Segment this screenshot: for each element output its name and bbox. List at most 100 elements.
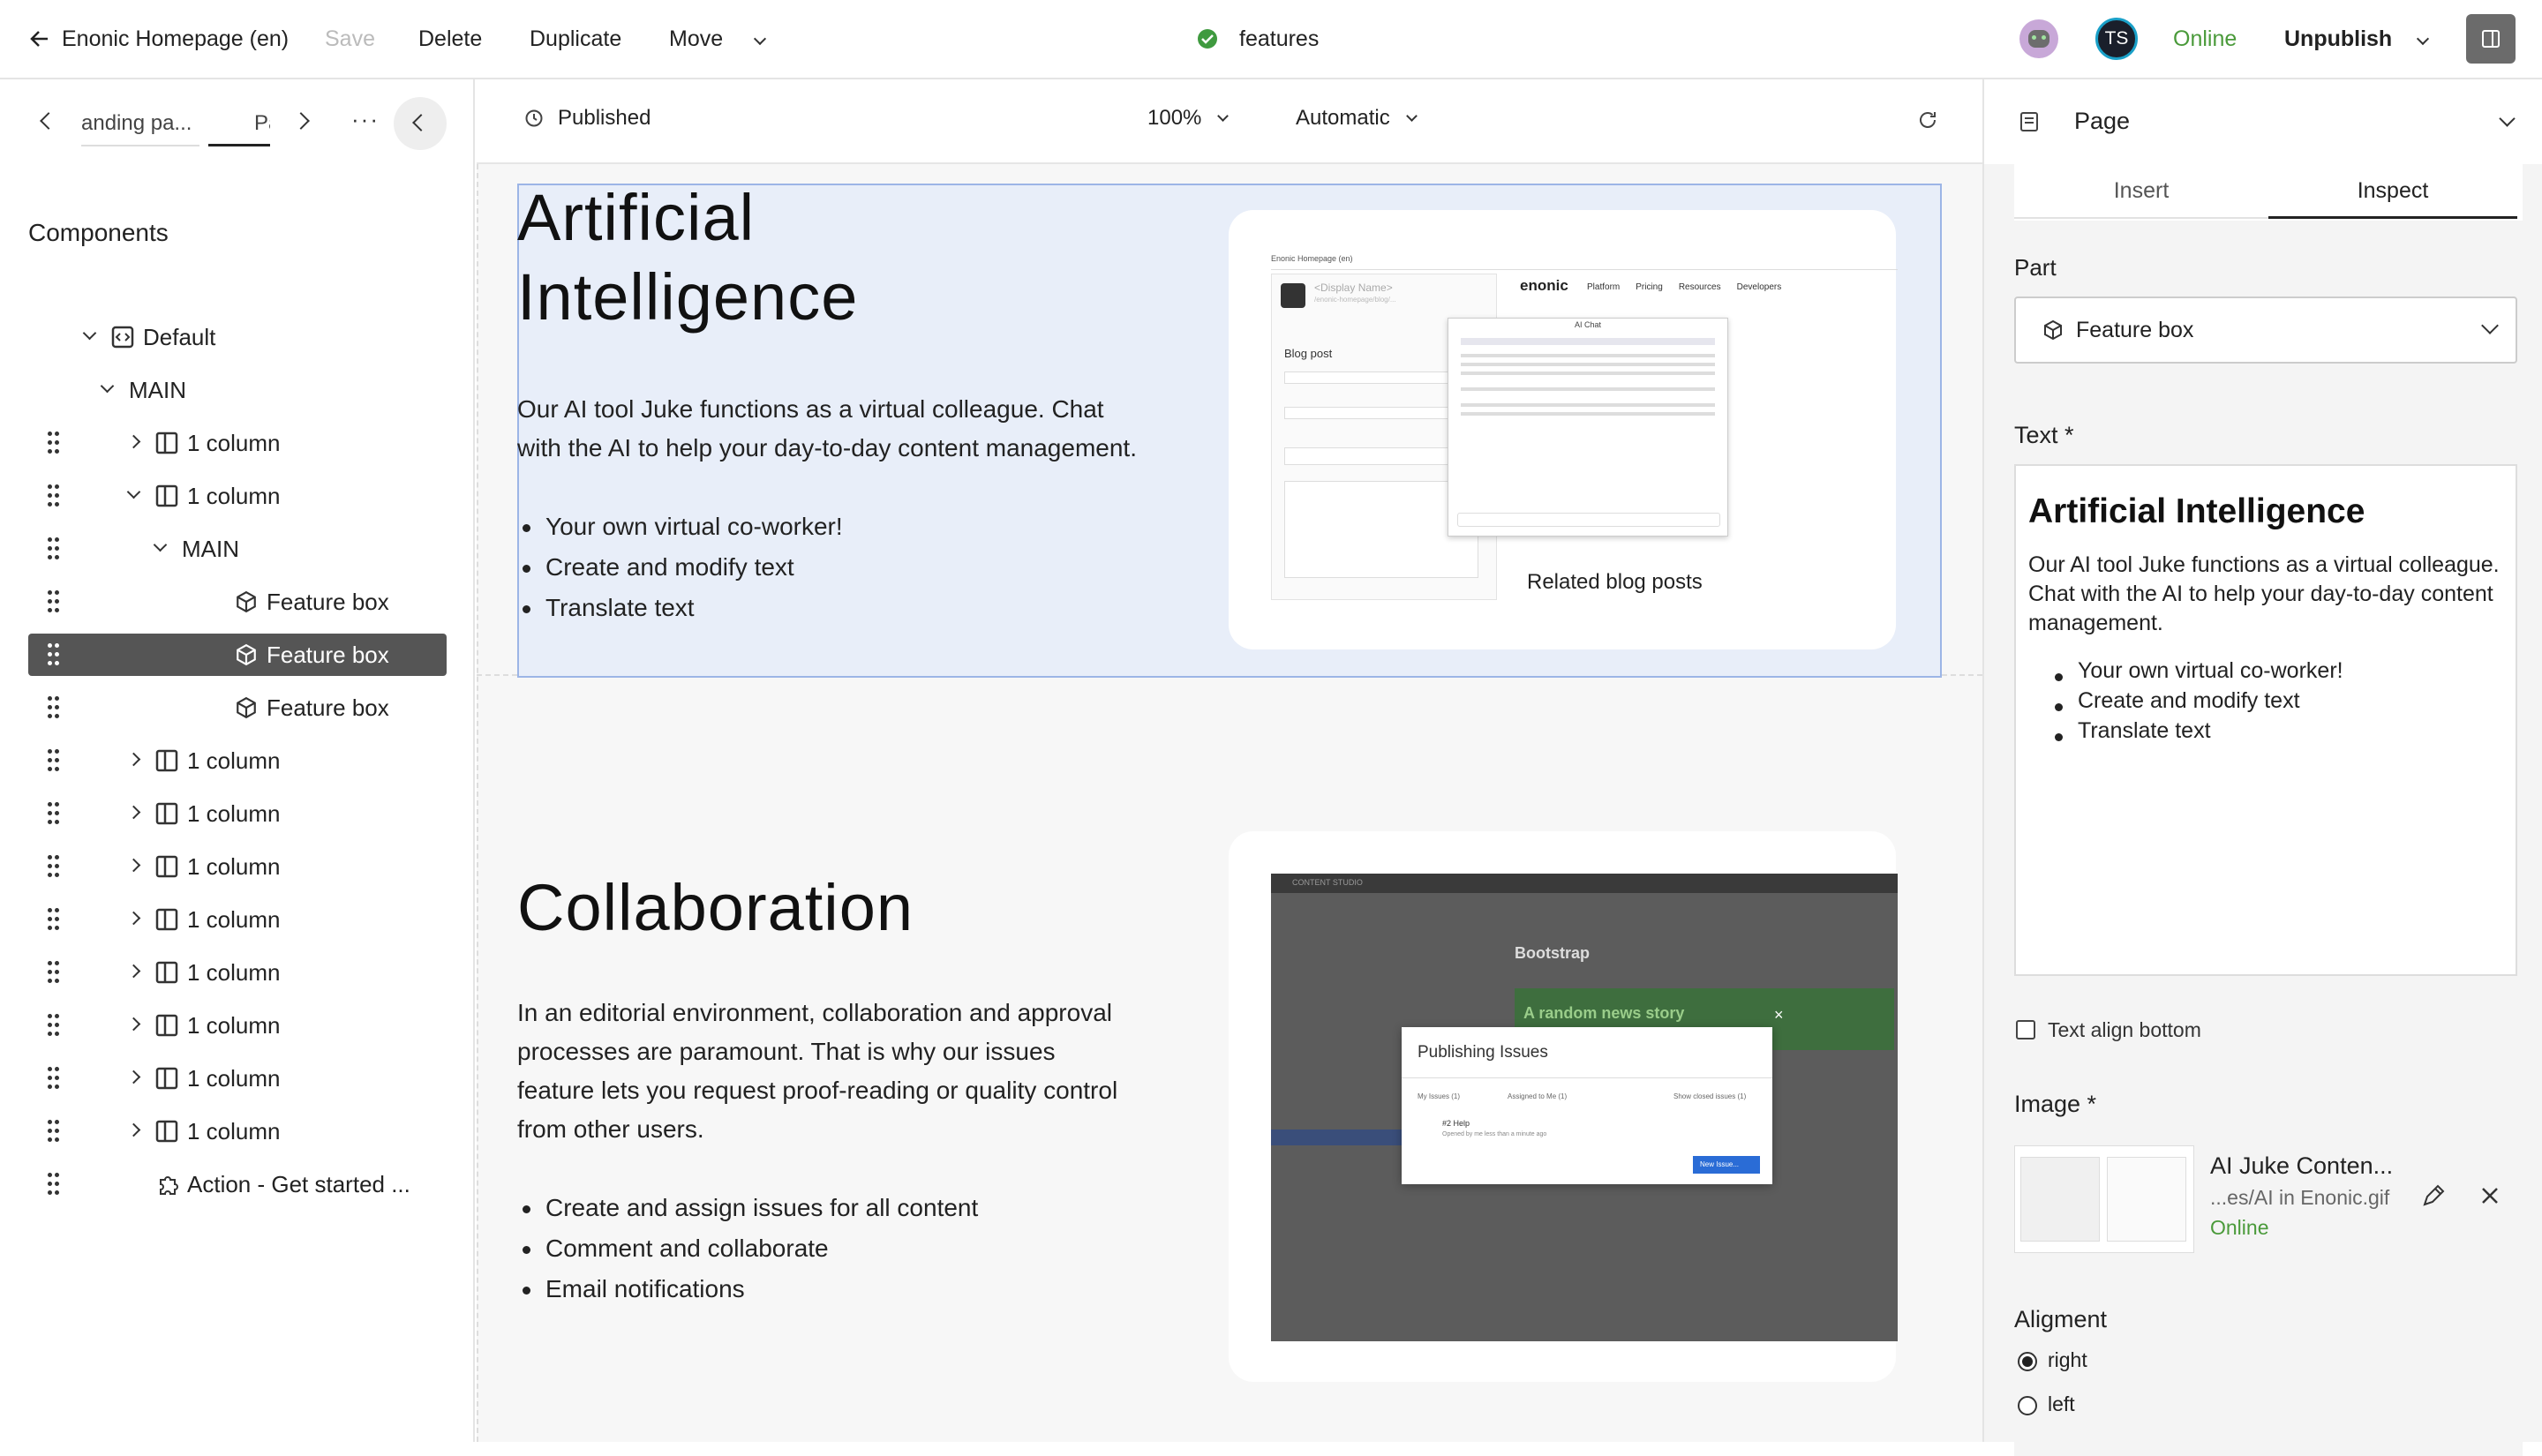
drag-handle-icon[interactable] [48, 643, 60, 666]
context-panel: Page Insert Inspect Part Feature box Tex… [1982, 79, 2542, 1456]
chevron-down-icon[interactable] [100, 379, 115, 394]
chevron-down-icon[interactable] [153, 537, 168, 552]
chevron-down-icon[interactable] [126, 484, 141, 499]
chevron-down-icon[interactable] [82, 326, 97, 341]
chevron-right-icon[interactable] [126, 964, 141, 979]
save-button[interactable]: Save [325, 0, 375, 78]
prev-tab-button[interactable] [40, 112, 57, 130]
collab-paragraph: In an editorial environment, collaborati… [517, 999, 1118, 1143]
unpublish-button[interactable]: Unpublish [2284, 0, 2392, 78]
tree-item-label: 1 column [187, 853, 281, 880]
chevron-right-icon[interactable] [126, 911, 141, 926]
tree-item[interactable]: Feature box [28, 634, 447, 676]
tab-insert[interactable]: Insert [2014, 164, 2268, 219]
tree-item-label: Feature box [267, 589, 389, 615]
template-icon [111, 326, 134, 355]
tree-item[interactable]: MAIN [28, 369, 447, 411]
drag-handle-icon[interactable] [48, 908, 60, 931]
drag-handle-icon[interactable] [48, 590, 60, 613]
text-editor[interactable]: Artificial Intelligence Our AI tool Juke… [2014, 464, 2517, 976]
image-thumbnail[interactable] [2014, 1145, 2194, 1253]
chevron-right-icon[interactable] [126, 752, 141, 767]
check-circle-icon [1198, 29, 1217, 49]
chevron-down-icon [2416, 32, 2430, 46]
tree-item[interactable]: Action - Get started ... [28, 1163, 447, 1205]
tab-landing-page[interactable]: anding pa... [81, 102, 199, 146]
more-icon[interactable]: ··· [351, 106, 380, 133]
puzzle-icon [155, 1173, 180, 1204]
tree-item-label: Action - Get started ... [187, 1171, 410, 1197]
tree-item[interactable]: 1 column [28, 845, 447, 888]
more-actions-button[interactable] [753, 0, 767, 78]
tree-item-label: 1 column [187, 430, 281, 456]
drag-handle-icon[interactable] [48, 961, 60, 984]
drag-handle-icon[interactable] [48, 1067, 60, 1090]
text-align-bottom-checkbox[interactable] [2016, 1020, 2035, 1039]
drag-handle-icon[interactable] [48, 696, 60, 719]
drag-handle-icon[interactable] [48, 855, 60, 878]
tab-inspect[interactable]: Inspect [2268, 164, 2517, 219]
tree-item[interactable]: 1 column [28, 898, 447, 941]
tree-item-label: Feature box [267, 694, 389, 721]
next-tab-button[interactable] [292, 112, 310, 130]
drag-handle-icon[interactable] [48, 1120, 60, 1143]
tree-item[interactable]: 1 column [28, 739, 447, 782]
text-label: Text * [2014, 422, 2074, 448]
refresh-icon[interactable] [1917, 109, 1938, 131]
context-panel-header[interactable]: Page [1984, 79, 2542, 164]
part-icon [2044, 319, 2062, 341]
tree-item[interactable]: 1 column [28, 475, 447, 517]
zoom-select[interactable]: 100% [1147, 106, 1230, 131]
components-title: Components [28, 219, 169, 246]
drag-handle-icon[interactable] [48, 537, 60, 560]
mini-nav-item: Platform [1587, 282, 1621, 292]
toggle-context-panel-button[interactable] [2466, 14, 2516, 64]
device-select[interactable]: Automatic [1296, 106, 1418, 131]
align-right-radio[interactable] [2018, 1352, 2037, 1371]
tree-item[interactable]: 1 column [28, 1057, 447, 1100]
align-left-radio[interactable] [2018, 1396, 2037, 1415]
close-icon[interactable] [2480, 1186, 2500, 1205]
chevron-right-icon[interactable] [126, 858, 141, 873]
tree-item[interactable]: 1 column [28, 422, 447, 464]
drag-handle-icon[interactable] [48, 484, 60, 507]
layout-icon [155, 432, 178, 461]
drag-handle-icon[interactable] [48, 1014, 60, 1037]
back-button[interactable]: Enonic Homepage (en) [30, 0, 289, 78]
ai-assistant-icon[interactable] [2019, 19, 2058, 58]
tree-item[interactable]: Feature box [28, 687, 447, 729]
tree-item[interactable]: Default [28, 316, 447, 358]
top-toolbar: Enonic Homepage (en) Save Delete Duplica… [0, 0, 2542, 79]
tree-item[interactable]: 1 column [28, 1110, 447, 1152]
tree-item[interactable]: Feature box [28, 581, 447, 623]
tree-item[interactable]: 1 column [28, 951, 447, 994]
edit-icon[interactable] [2420, 1182, 2447, 1209]
move-button[interactable]: Move [669, 0, 723, 78]
tree-item[interactable]: MAIN [28, 528, 447, 570]
alignment-label: Aligment [2014, 1306, 2108, 1332]
chevron-right-icon[interactable] [126, 805, 141, 820]
chevron-right-icon[interactable] [126, 1122, 141, 1137]
part-select[interactable]: Feature box [2014, 296, 2517, 364]
mini-dialog-title: Publishing Issues [1402, 1027, 1772, 1078]
drag-handle-icon[interactable] [48, 432, 60, 454]
back-label: Enonic Homepage (en) [62, 26, 290, 51]
drag-handle-icon[interactable] [48, 749, 60, 772]
tree-item[interactable]: 1 column [28, 1004, 447, 1047]
collapse-panel-button[interactable] [394, 97, 447, 150]
user-avatar[interactable]: TS [2095, 18, 2138, 60]
publish-menu-button[interactable] [2416, 0, 2430, 78]
delete-button[interactable]: Delete [418, 0, 482, 78]
drag-handle-icon[interactable] [48, 802, 60, 825]
chevron-right-icon[interactable] [126, 1017, 141, 1032]
layout-icon [155, 1120, 178, 1149]
image-label: Image * [2014, 1091, 2097, 1117]
layout-icon [155, 749, 178, 778]
chevron-right-icon[interactable] [126, 434, 141, 449]
drag-handle-icon[interactable] [48, 1173, 60, 1196]
duplicate-button[interactable]: Duplicate [530, 0, 621, 78]
tab-page[interactable]: Pa [208, 102, 270, 146]
chevron-right-icon[interactable] [126, 1069, 141, 1084]
mini-logo [1281, 283, 1305, 308]
tree-item[interactable]: 1 column [28, 792, 447, 835]
